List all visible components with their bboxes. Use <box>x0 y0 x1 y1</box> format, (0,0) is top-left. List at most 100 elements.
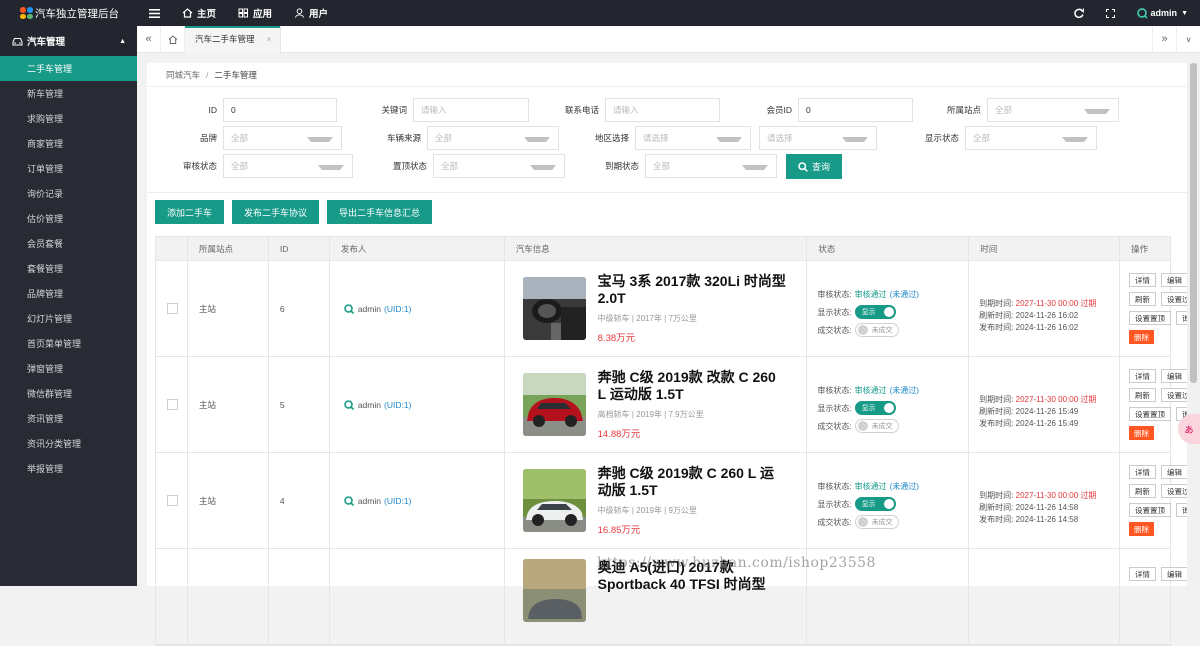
publisher-uid[interactable]: (UID:1) <box>384 496 411 506</box>
publisher-name: admin <box>357 303 381 314</box>
app-logo[interactable]: 汽车独立管理后台 <box>0 0 137 26</box>
car-thumbnail[interactable] <box>522 469 586 532</box>
deal-toggle[interactable]: 未成交 <box>854 515 899 529</box>
edit-button[interactable]: 编辑 <box>1161 273 1188 287</box>
filter-display-select[interactable]: 全部 <box>965 126 1097 150</box>
car-thumbnail[interactable] <box>522 373 586 436</box>
row-checkbox[interactable] <box>167 495 178 506</box>
row-publisher[interactable]: admin (UID:1) <box>330 357 504 452</box>
row-publisher[interactable]: admin (UID:1) <box>330 261 504 356</box>
display-toggle[interactable]: 显示 <box>854 305 896 319</box>
filter-source-select[interactable]: 全部 <box>427 126 559 150</box>
audit-reject-link[interactable]: (未通过) <box>890 385 919 396</box>
set-top-button[interactable]: 设置置顶 <box>1129 407 1171 421</box>
edit-button[interactable]: 编辑 <box>1161 369 1188 383</box>
sidebar-item-merchant[interactable]: 商家管理 <box>0 131 137 156</box>
detail-button[interactable]: 详情 <box>1129 273 1156 287</box>
publisher-uid[interactable]: (UID:1) <box>384 400 411 410</box>
filter-top-select[interactable]: 全部 <box>433 154 565 178</box>
filter-brand-select[interactable]: 全部 <box>223 126 342 150</box>
delete-button[interactable]: 删除 <box>1129 426 1154 440</box>
delete-button[interactable]: 删除 <box>1129 522 1154 536</box>
sidebar-item-inquiry[interactable]: 询价记录 <box>0 181 137 206</box>
breadcrumb-root[interactable]: 同城汽车 <box>166 69 200 81</box>
row-checkbox[interactable] <box>167 399 178 410</box>
tabs-home-icon[interactable] <box>161 25 185 53</box>
delete-button[interactable]: 删除 <box>1129 330 1154 344</box>
export-summary-button[interactable]: 导出二手车信息汇总 <box>327 200 433 224</box>
user-menu[interactable]: admin ▼ <box>1136 7 1188 19</box>
deal-toggle[interactable]: 未成交 <box>854 419 899 433</box>
translate-float-icon[interactable]: あ <box>1178 414 1200 444</box>
filter-member-input[interactable]: 0 <box>798 98 913 122</box>
sidebar-item-slides[interactable]: 幻灯片管理 <box>0 306 137 331</box>
filter-id-input[interactable]: 0 <box>223 98 337 122</box>
row-checkbox[interactable] <box>167 303 178 314</box>
car-title[interactable]: 奔驰 C级 2019款 改款 C 260 L 运动版 1.5T <box>598 369 788 403</box>
sidebar-group-car[interactable]: 汽车管理 ▲ <box>0 26 137 56</box>
filter-site-select[interactable]: 全部 <box>987 98 1119 122</box>
sidebar-item-order[interactable]: 订单管理 <box>0 156 137 181</box>
car-thumbnail[interactable] <box>522 559 586 622</box>
publish-agreement-button[interactable]: 发布二手车协议 <box>232 200 320 224</box>
sidebar-item-brand[interactable]: 品牌管理 <box>0 281 137 306</box>
sidebar-item-home-menu[interactable]: 首页菜单管理 <box>0 331 137 356</box>
audit-reject-link[interactable]: (未通过) <box>890 289 919 300</box>
sidebar-item-news[interactable]: 资讯管理 <box>0 406 137 431</box>
sidebar-item-news-category[interactable]: 资讯分类管理 <box>0 431 137 456</box>
sidebar-item-member-package[interactable]: 会员套餐 <box>0 231 137 256</box>
sidebar-item-used-car[interactable]: 二手车管理 <box>0 56 137 81</box>
detail-button[interactable]: 详情 <box>1129 465 1156 479</box>
topnav-home[interactable]: 主页 <box>182 6 216 20</box>
car-title[interactable]: 宝马 3系 2017款 320Li 时尚型 2.0T <box>598 273 788 307</box>
sidebar-item-package[interactable]: 套餐管理 <box>0 256 137 281</box>
detail-button[interactable]: 详情 <box>1129 567 1156 581</box>
row-publisher[interactable]: admin (UID:1) <box>330 453 504 548</box>
refresh-icon[interactable] <box>1073 8 1084 18</box>
row-publisher[interactable] <box>330 549 504 644</box>
set-top-button[interactable]: 设置置顶 <box>1129 503 1171 517</box>
fullscreen-icon[interactable] <box>1105 8 1115 18</box>
set-top-button[interactable]: 设置置顶 <box>1129 311 1171 325</box>
car-title[interactable]: 奔驰 C级 2019款 C 260 L 运动版 1.5T <box>598 465 788 499</box>
close-icon[interactable]: × <box>267 35 272 44</box>
sidebar-item-report[interactable]: 举报管理 <box>0 456 137 481</box>
refresh-time-label: 刷新时间: <box>979 407 1014 416</box>
filter-keyword-input[interactable]: 请输入 <box>413 98 529 122</box>
filter-region-select[interactable]: 请选择 <box>635 126 751 150</box>
display-toggle[interactable]: 显示 <box>854 401 896 415</box>
display-toggle[interactable]: 显示 <box>854 497 896 511</box>
add-used-car-button[interactable]: 添加二手车 <box>155 200 225 224</box>
refresh-button[interactable]: 刷新 <box>1129 292 1156 306</box>
publisher-uid[interactable]: (UID:1) <box>384 304 411 314</box>
deal-toggle[interactable]: 未成交 <box>854 323 899 337</box>
car-thumbnail[interactable] <box>522 277 586 340</box>
refresh-button[interactable]: 刷新 <box>1129 388 1156 402</box>
sidebar-item-valuation[interactable]: 估价管理 <box>0 206 137 231</box>
edit-button[interactable]: 编辑 <box>1161 465 1188 479</box>
page-scrollbar[interactable] <box>1187 53 1200 586</box>
sidebar-item-popup[interactable]: 弹窗管理 <box>0 356 137 381</box>
filter-region-select-2[interactable]: 请选择 <box>759 126 877 150</box>
tab-used-car[interactable]: 汽车二手车管理 × <box>185 25 282 53</box>
filter-phone-input[interactable]: 请输入 <box>605 98 720 122</box>
sidebar-item-new-car[interactable]: 新车管理 <box>0 81 137 106</box>
audit-reject-link[interactable]: (未通过) <box>890 481 919 492</box>
refresh-button[interactable]: 刷新 <box>1129 484 1156 498</box>
detail-button[interactable]: 详情 <box>1129 369 1156 383</box>
tabs-next-icon[interactable]: » <box>1152 25 1176 53</box>
sidebar-item-wechat-group[interactable]: 微信群管理 <box>0 381 137 406</box>
filter-audit-select[interactable]: 全部 <box>223 154 353 178</box>
query-button[interactable]: 查询 <box>786 154 842 179</box>
audit-passed: 审核通过 <box>854 385 887 395</box>
topnav-apps[interactable]: 应用 <box>238 6 272 20</box>
filter-site-value: 全部 <box>995 105 1013 115</box>
tabs-dropdown-icon[interactable]: ∨ <box>1176 25 1200 53</box>
tabs-prev-icon[interactable]: « <box>137 25 161 53</box>
topnav-user[interactable]: 用户 <box>294 6 328 20</box>
menu-toggle-icon[interactable] <box>149 8 160 18</box>
sidebar-item-wanted[interactable]: 求购管理 <box>0 106 137 131</box>
scrollbar-thumb[interactable] <box>1190 63 1197 383</box>
filter-expire-select[interactable]: 全部 <box>645 154 777 178</box>
edit-button[interactable]: 编辑 <box>1161 567 1188 581</box>
